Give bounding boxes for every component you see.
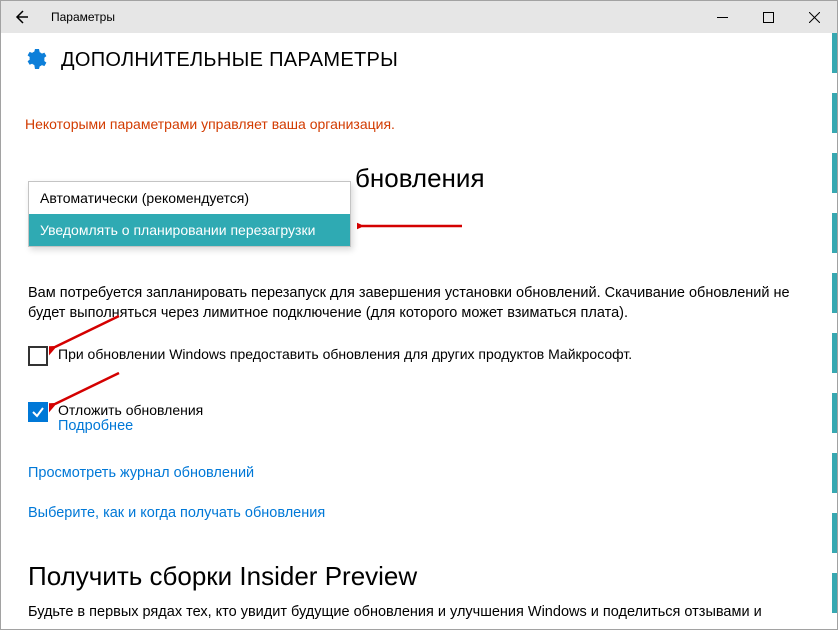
maximize-icon: [763, 12, 774, 23]
titlebar: Параметры: [1, 1, 837, 33]
checkbox-defer-updates[interactable]: [28, 402, 48, 422]
window-controls: [699, 1, 837, 33]
checkmark-icon: [31, 405, 45, 419]
scrollbar[interactable]: [832, 33, 837, 629]
defer-learn-more-link[interactable]: Подробнее: [58, 418, 203, 434]
minimize-icon: [717, 12, 728, 23]
insider-description: Будьте в первых рядах тех, кто увидит бу…: [28, 603, 813, 623]
dropdown-option-auto[interactable]: Автоматически (рекомендуется): [29, 182, 350, 214]
back-button[interactable]: [5, 1, 37, 33]
page-title: ДОПОЛНИТЕЛЬНЫЕ ПАРАМЕТРЫ: [61, 49, 398, 72]
content-area: Некоторыми параметрами управляет ваша ор…: [1, 82, 837, 132]
explain-text: Вам потребуется запланировать перезапуск…: [28, 284, 813, 323]
minimize-button[interactable]: [699, 1, 745, 33]
heading-insider-preview: Получить сборки Insider Preview: [28, 561, 417, 592]
checkbox-other-products-label: При обновлении Windows предоставить обно…: [58, 346, 632, 362]
app-title: Параметры: [51, 10, 115, 24]
maximize-button[interactable]: [745, 1, 791, 33]
back-arrow-icon: [13, 9, 29, 25]
annotation-arrow-1: [357, 216, 467, 236]
close-icon: [809, 12, 820, 23]
gear-icon: [23, 47, 47, 74]
checkbox-other-products[interactable]: [28, 346, 48, 366]
choose-how-updates-link[interactable]: Выберите, как и когда получать обновлени…: [28, 505, 325, 521]
dropdown-option-notify[interactable]: Уведомлять о планировании перезагрузки: [29, 214, 350, 246]
checkbox-row-defer: Отложить обновления Подробнее: [28, 402, 813, 434]
close-button[interactable]: [791, 1, 837, 33]
checkbox-defer-label: Отложить обновления: [58, 402, 203, 418]
page-header: ДОПОЛНИТЕЛЬНЫЕ ПАРАМЕТРЫ: [1, 33, 837, 82]
org-managed-warning: Некоторыми параметрами управляет ваша ор…: [25, 116, 813, 132]
install-updates-dropdown[interactable]: Автоматически (рекомендуется) Уведомлять…: [28, 181, 351, 247]
view-update-history-link[interactable]: Просмотреть журнал обновлений: [28, 465, 254, 481]
section-heading-partial: бновления: [355, 163, 485, 194]
checkbox-row-other-products: При обновлении Windows предоставить обно…: [28, 346, 813, 366]
